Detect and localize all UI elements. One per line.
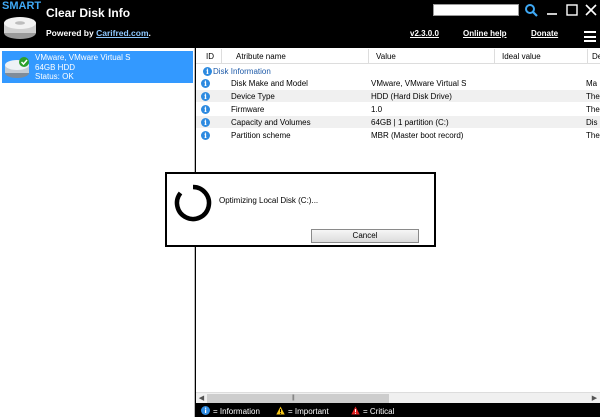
value-cell: MBR (Master boot record): [371, 131, 464, 140]
close-icon[interactable]: [584, 3, 598, 17]
disk-name: VMware, VMware Virtual S: [35, 53, 131, 62]
column-header-description[interactable]: De: [592, 52, 600, 61]
table-header: ID Atribute name Value Ideal value De: [196, 49, 600, 64]
menu-icon[interactable]: [584, 31, 596, 42]
description-cell: The: [586, 92, 600, 101]
table-row[interactable]: i Firmware 1.0 The: [196, 103, 600, 115]
description-cell: Ma: [586, 79, 598, 88]
online-help-link[interactable]: Online help: [463, 29, 507, 38]
info-icon: [201, 406, 210, 415]
legend-important-label: = Important: [288, 407, 329, 416]
disk-size: 64GB HDD: [35, 62, 76, 72]
app-title: Clear Disk Info: [46, 6, 131, 20]
search-input[interactable]: [433, 4, 519, 16]
disk-info-text: VMware, VMware Virtual S 64GB HDD Status…: [35, 53, 130, 82]
attribute-name-cell: Device Type: [231, 92, 275, 101]
column-header-value[interactable]: Value: [376, 52, 396, 61]
table-row[interactable]: i Partition scheme MBR (Master boot reco…: [196, 129, 600, 141]
powered-suffix: .: [148, 28, 151, 38]
legend-critical-label: = Critical: [363, 407, 395, 416]
app-header: SMART Clear Disk Info Powered by Carifre…: [0, 0, 600, 48]
legend-important: = Important: [276, 406, 329, 416]
info-icon: i: [201, 118, 210, 127]
attribute-name-cell: Capacity and Volumes: [231, 118, 311, 127]
info-icon: i: [201, 131, 210, 140]
hard-disk-ok-icon: [5, 57, 29, 78]
dialog-message: Optimizing Local Disk (C:)...: [219, 196, 319, 205]
attribute-name-cell: Firmware: [231, 105, 265, 114]
loading-spinner-icon: [174, 184, 212, 222]
value-cell: HDD (Hard Disk Drive): [371, 92, 452, 101]
legend-information-label: = Information: [213, 407, 260, 416]
value-cell: VMware, VMware Virtual S: [371, 79, 467, 88]
attribute-name-cell: Partition scheme: [231, 131, 291, 140]
cancel-button[interactable]: Cancel: [311, 229, 419, 243]
version-link[interactable]: v2.3.0.0: [410, 29, 439, 38]
column-header-id[interactable]: ID: [206, 52, 214, 61]
group-title: Disk Information: [213, 67, 271, 76]
legend-information: = Information: [201, 406, 260, 416]
scroll-right-icon[interactable]: ▶: [590, 394, 599, 403]
description-cell: The: [586, 105, 600, 114]
info-icon: i: [201, 79, 210, 88]
critical-icon: [351, 406, 360, 415]
donate-link[interactable]: Donate: [531, 29, 558, 38]
scrollbar-thumb[interactable]: |||: [207, 394, 389, 403]
maximize-icon[interactable]: [565, 3, 579, 17]
horizontal-scrollbar[interactable]: ◀ ||| ▶: [196, 392, 600, 403]
disk-list-item[interactable]: VMware, VMware Virtual S 64GB HDD Status…: [2, 51, 193, 83]
info-icon: i: [203, 67, 212, 76]
legend-critical: = Critical: [351, 406, 394, 416]
powered-prefix: Powered by: [46, 28, 97, 38]
info-icon: i: [201, 105, 210, 114]
severity-legend: = Information = Important = Critical: [196, 403, 600, 417]
minimize-icon[interactable]: [545, 3, 559, 17]
table-row[interactable]: i Disk Make and Model VMware, VMware Vir…: [196, 77, 600, 89]
warning-icon: [276, 406, 285, 415]
value-cell: 1.0: [371, 105, 383, 114]
value-cell: 64GB | 1 partition (C:): [371, 118, 449, 127]
logo-smart-text: SMART: [2, 0, 42, 12]
attribute-name-cell: Disk Make and Model: [231, 79, 308, 88]
group-header-disk-information[interactable]: i Disk Information: [196, 65, 600, 77]
table-row[interactable]: i Capacity and Volumes 64GB | 1 partitio…: [196, 116, 600, 128]
powered-by-text: Powered by Carifred.com.: [46, 28, 151, 38]
search-icon[interactable]: [524, 3, 538, 17]
disk-status: Status: OK: [35, 72, 74, 81]
optimizing-dialog: Optimizing Local Disk (C:)... Cancel: [165, 172, 436, 247]
carifred-link[interactable]: Carifred.com: [96, 28, 148, 38]
description-cell: Dis: [586, 118, 598, 127]
table-row[interactable]: i Device Type HDD (Hard Disk Drive) The: [196, 90, 600, 102]
scroll-left-icon[interactable]: ◀: [197, 394, 206, 403]
description-cell: The: [586, 131, 600, 140]
column-header-ideal-value[interactable]: Ideal value: [502, 52, 541, 61]
info-icon: i: [201, 92, 210, 101]
column-header-attribute-name[interactable]: Atribute name: [236, 52, 286, 61]
